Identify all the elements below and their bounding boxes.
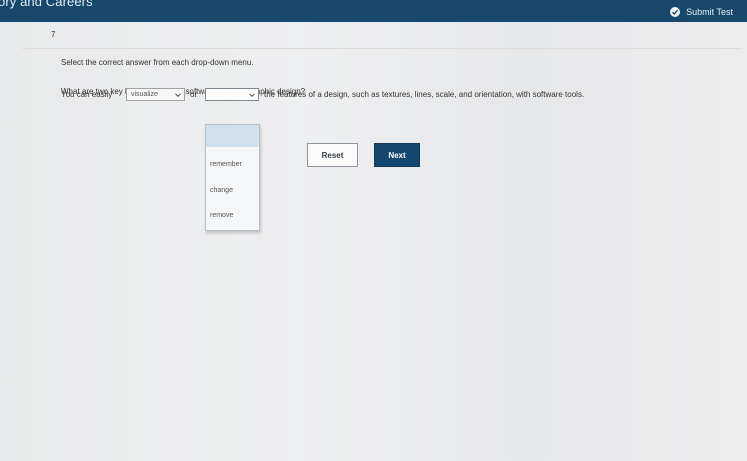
- sentence-connector: or: [190, 90, 198, 99]
- option-label: remember: [210, 161, 242, 168]
- dropdown-2-menu: remember change remove: [205, 124, 260, 231]
- next-button[interactable]: Next: [374, 143, 420, 167]
- question-divider: [22, 48, 742, 49]
- reset-button[interactable]: Reset: [307, 143, 358, 167]
- dropdown-option-remove[interactable]: remove: [206, 205, 259, 227]
- dropdown-1-value: visualize: [131, 91, 158, 98]
- test-content: 7 Select the correct answer from each dr…: [0, 22, 747, 461]
- app-title: ory and Careers: [0, 0, 93, 9]
- option-label: remove: [210, 212, 234, 219]
- submit-test-button[interactable]: Submit Test: [670, 4, 733, 19]
- check-circle-icon: [670, 6, 681, 17]
- chevron-down-icon: [249, 93, 255, 98]
- dropdown-option-change[interactable]: change: [206, 180, 259, 202]
- submit-test-label: Submit Test: [686, 6, 733, 17]
- dropdown-2[interactable]: [205, 88, 259, 101]
- question-number: 7: [51, 30, 56, 39]
- dropdown-1[interactable]: visualize: [126, 88, 185, 101]
- dropdown-option-remember[interactable]: remember: [206, 154, 259, 176]
- dropdown-option-blank[interactable]: [206, 125, 259, 147]
- instruction-text: Select the correct answer from each drop…: [61, 58, 254, 67]
- sentence-start: You can easily: [61, 90, 113, 99]
- top-bar: ory and Careers Submit Test: [0, 0, 747, 22]
- option-label: change: [210, 187, 233, 194]
- sentence-end: the features of a design, such as textur…: [264, 90, 585, 99]
- chevron-down-icon: [175, 93, 181, 98]
